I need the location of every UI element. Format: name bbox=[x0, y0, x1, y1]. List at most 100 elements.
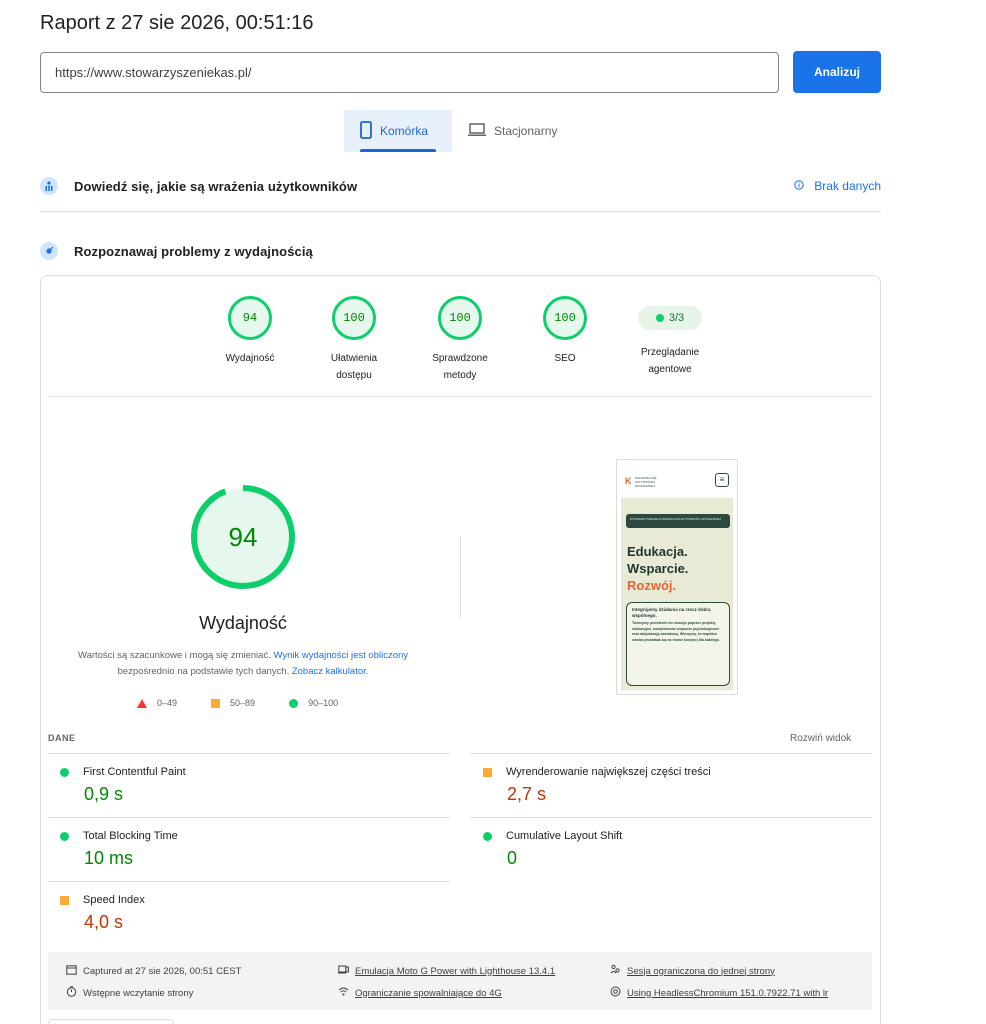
tab-desktop[interactable]: Stacjonarny bbox=[452, 110, 582, 152]
analyze-button[interactable]: Analizuj bbox=[793, 51, 881, 93]
metric-tbt: Total Blocking Time 10 ms bbox=[60, 830, 450, 869]
calendar-icon bbox=[66, 964, 77, 978]
info-icon bbox=[794, 179, 804, 193]
performance-label: Wydajność bbox=[199, 613, 287, 633]
metric-name: Cumulative Layout Shift bbox=[506, 830, 623, 842]
metric-divider bbox=[48, 817, 450, 818]
hamburger-icon: ≡ bbox=[715, 473, 729, 487]
category-best-practices[interactable]: 100 Sprawdzone metody bbox=[415, 296, 505, 384]
emulation-info[interactable]: Emulacja Moto G Power with Lighthouse 13… bbox=[338, 964, 555, 978]
devices-icon bbox=[338, 964, 349, 978]
desc-text: Wartości są szacunkowe i mogą się zmieni… bbox=[77, 650, 274, 661]
metric-cls: Cumulative Layout Shift 0 bbox=[483, 830, 873, 869]
lab-data-section: Rozpoznawaj problemy z wydajnością bbox=[40, 241, 881, 261]
screenshot-headline: Rozwój. bbox=[627, 578, 677, 593]
screenshot-banner: STOWARZYSZENIE KONSORCJUM AKTYWNOŚCI SPO… bbox=[626, 514, 730, 528]
calculator-link[interactable]: Zobacz kalkulator. bbox=[292, 666, 369, 677]
throttling-info[interactable]: Ograniczanie spowalniające do 4G bbox=[338, 986, 502, 1000]
load-info: Wstępne wczytanie strony bbox=[66, 986, 193, 1000]
report-title: Raport z 27 sie 2026, 00:51:16 bbox=[40, 12, 314, 34]
session-info[interactable]: Sesja ograniczona do jednej strony bbox=[610, 964, 775, 978]
legend-range: 0–49 bbox=[157, 698, 178, 708]
agent-value: 3/3 bbox=[668, 312, 685, 324]
final-screenshot[interactable]: K KONSORCJUM AKTYWNOŚCI SPOŁECZNEJ ≡ STO… bbox=[616, 459, 738, 695]
metrics-label: DANE bbox=[48, 733, 76, 743]
metric-lcp: Wyrenderowanie największej części treści… bbox=[483, 766, 873, 805]
tab-mobile-label: Komórka bbox=[380, 124, 429, 138]
run-info-panel: Captured at 27 sie 2026, 00:51 CEST Wstę… bbox=[48, 952, 872, 1010]
lab-icon bbox=[40, 242, 58, 260]
legend-range: 50–89 bbox=[230, 698, 256, 708]
category-gauge: 100 bbox=[543, 296, 587, 340]
screenshot-banner-text: STOWARZYSZENIE KONSORCJUM AKTYWNOŚCI SPO… bbox=[630, 517, 722, 521]
legend-pass: 90–100 bbox=[289, 698, 338, 708]
pass-circle-icon bbox=[483, 831, 492, 841]
metric-divider bbox=[470, 817, 872, 818]
metric-fcp: First Contentful Paint 0,9 s bbox=[60, 766, 450, 805]
screenshot-card-title: Integrujemy działania na rzecz dobra wsp… bbox=[632, 607, 711, 618]
category-label: SEO bbox=[554, 353, 576, 364]
metric-value: 2,7 s bbox=[507, 784, 547, 804]
metric-speed-index: Speed Index 4,0 s bbox=[60, 894, 450, 933]
pass-circle-icon bbox=[60, 831, 69, 841]
section-divider bbox=[40, 211, 881, 212]
pass-circle-icon bbox=[60, 767, 69, 777]
chrome-icon bbox=[610, 986, 621, 1000]
field-data-section: Dowiedź się, jakie są wrażenia użytkowni… bbox=[40, 176, 881, 196]
category-label: Ułatwienia dostępu bbox=[330, 353, 378, 381]
metric-value: 4,0 s bbox=[84, 912, 124, 932]
no-data-link[interactable]: Brak danych bbox=[794, 179, 881, 193]
score-calculation-link[interactable]: Wynik wydajności jest obliczony bbox=[273, 650, 408, 661]
category-performance[interactable]: 94 Wydajność bbox=[205, 296, 295, 367]
metric-value: 10 ms bbox=[84, 848, 134, 868]
field-data-title: Dowiedź się, jakie są wrażenia użytkowni… bbox=[74, 178, 358, 194]
pass-dot bbox=[655, 314, 664, 322]
no-data-label: Brak danych bbox=[814, 179, 881, 193]
wifi-icon bbox=[338, 986, 349, 1000]
screenshot-logo-text: KONSORCJUM AKTYWNOŚCI SPOŁECZNEJ bbox=[635, 476, 657, 488]
category-agentic-browsing[interactable]: 3/3 Przeglądanie agentowe bbox=[625, 298, 715, 378]
metric-name: First Contentful Paint bbox=[83, 766, 186, 778]
legend-average: 50–89 bbox=[211, 698, 255, 708]
browser-text: Using HeadlessChromium 151.0.7922.71 wit… bbox=[627, 987, 829, 999]
performance-description: Wartości są szacunkowe i mogą się zmieni… bbox=[70, 648, 416, 680]
users-icon bbox=[40, 177, 58, 195]
metric-name: Total Blocking Time bbox=[83, 830, 178, 842]
screenshot-logo: K bbox=[625, 476, 632, 486]
screenshot-card-text: Tworzymy przestrzeń do rozwoju poprzez p… bbox=[632, 621, 720, 642]
score-legend: 0–49 50–89 90–100 bbox=[137, 698, 372, 708]
url-input[interactable] bbox=[40, 52, 779, 93]
bottom-button[interactable] bbox=[48, 1019, 174, 1024]
throttling-text: Ograniczanie spowalniające do 4G bbox=[355, 987, 502, 999]
metric-value: 0 bbox=[507, 848, 518, 868]
category-accessibility[interactable]: 100 Ułatwienia dostępu bbox=[309, 296, 399, 384]
category-gauge: 94 bbox=[228, 296, 272, 340]
pass-circle-icon bbox=[289, 698, 299, 708]
laptop-icon bbox=[468, 122, 486, 140]
performance-score: 94 bbox=[228, 521, 258, 552]
category-seo[interactable]: 100 SEO bbox=[520, 296, 610, 367]
category-label: Sprawdzone metody bbox=[432, 353, 488, 381]
category-label: Przeglądanie agentowe bbox=[640, 347, 700, 375]
tab-mobile[interactable]: Komórka bbox=[344, 110, 452, 152]
metric-value: 0,9 s bbox=[84, 784, 124, 804]
category-gauge: 100 bbox=[438, 296, 482, 340]
smartphone-icon bbox=[360, 120, 372, 142]
lab-data-title: Rozpoznawaj problemy z wydajnością bbox=[74, 243, 313, 259]
metric-divider bbox=[470, 753, 872, 754]
people-icon bbox=[610, 964, 621, 978]
screenshot-card: Integrujemy działania na rzecz dobra wsp… bbox=[626, 602, 730, 686]
expand-view-toggle[interactable]: Rozwiń widok bbox=[790, 733, 851, 744]
vertical-separator bbox=[460, 536, 461, 618]
screenshot-header: K KONSORCJUM AKTYWNOŚCI SPOŁECZNEJ ≡ bbox=[621, 464, 733, 498]
metric-divider bbox=[48, 753, 450, 754]
session-text: Sesja ograniczona do jednej strony bbox=[627, 965, 775, 977]
browser-info[interactable]: Using HeadlessChromium 151.0.7922.71 wit… bbox=[610, 986, 828, 1000]
captured-text: Captured at 27 sie 2026, 00:51 CEST bbox=[83, 965, 242, 977]
metric-divider bbox=[48, 881, 450, 882]
tab-desktop-label: Stacjonarny bbox=[494, 124, 558, 138]
screenshot-page: K KONSORCJUM AKTYWNOŚCI SPOŁECZNEJ ≡ STO… bbox=[621, 464, 733, 690]
average-square-icon bbox=[483, 767, 492, 777]
average-square-icon bbox=[60, 895, 69, 905]
agent-badge: 3/3 bbox=[638, 306, 702, 330]
